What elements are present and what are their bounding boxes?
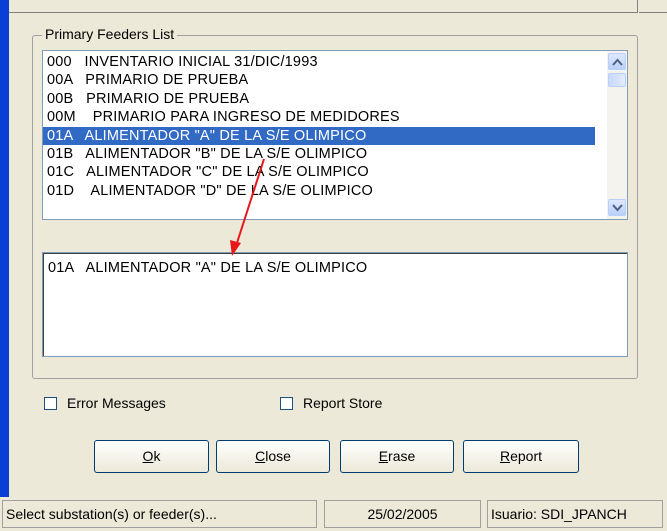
list-item[interactable]: 01D ALIMENTADOR "D" DE LA S/E OLIMPICO <box>43 182 595 200</box>
error-messages-checkbox-row[interactable]: Error Messages <box>44 394 166 412</box>
top-panel-edge <box>9 0 638 13</box>
list-item[interactable]: 01B ALIMENTADOR "B" DE LA S/E OLIMPICO <box>43 145 595 163</box>
feeder-name: ALIMENTADOR "B" DE LA S/E OLIMPICO <box>85 145 368 162</box>
report-store-label: Report Store <box>303 395 383 411</box>
status-user: Isuario: SDI_JPANCH <box>487 500 663 528</box>
feeder-code: 01D <box>47 182 75 199</box>
feeder-code: 000 <box>47 54 72 70</box>
feeder-code: 01C <box>47 164 75 181</box>
feeder-code: 00M <box>47 109 76 126</box>
report-accel: R <box>499 448 511 464</box>
status-date: 25/02/2005 <box>324 500 481 528</box>
close-button[interactable]: Close <box>216 440 330 473</box>
feeder-code: 01A <box>47 127 73 144</box>
list-item[interactable]: 00M PRIMARIO PARA INGRESO DE MEDIDORES <box>43 108 595 126</box>
erase-accel: E <box>378 448 389 464</box>
selected-feeder-text: 01A ALIMENTADOR "A" DE LA S/E OLIMPICO <box>48 260 368 276</box>
list-item[interactable]: 000 INVENTARIO INICIAL 31/DIC/1993 <box>43 53 595 71</box>
scroll-thumb[interactable] <box>608 73 626 87</box>
feeders-list-rows: 000 INVENTARIO INICIAL 31/DIC/1993 00A PR… <box>43 53 595 200</box>
chevron-up-icon <box>612 58 623 66</box>
feeders-listbox[interactable]: 000 INVENTARIO INICIAL 31/DIC/1993 00A PR… <box>42 50 628 220</box>
report-store-checkbox[interactable] <box>280 396 293 410</box>
feeder-name: PRIMARIO DE PRUEBA <box>85 72 249 89</box>
feeder-name: PRIMARIO PARA INGRESO DE MEDIDORES <box>88 109 400 126</box>
status-message: Select substation(s) or feeder(s)... <box>2 500 317 528</box>
ok-label-rest: k <box>153 448 161 464</box>
status-bar: Select substation(s) or feeder(s)... 25/… <box>0 497 667 531</box>
chevron-down-icon <box>612 204 623 212</box>
ok-accel: O <box>142 448 154 464</box>
feeder-code: 01B <box>47 145 74 162</box>
report-store-checkbox-row[interactable]: Report Store <box>280 394 382 412</box>
scroll-down-button[interactable] <box>608 199 626 216</box>
list-item[interactable]: 01A ALIMENTADOR "A" DE LA S/E OLIMPICO <box>43 126 595 145</box>
close-label-rest: lose <box>265 448 291 464</box>
error-messages-label: Error Messages <box>67 395 166 411</box>
window-left-border <box>0 0 9 531</box>
report-label-rest: eport <box>510 448 543 464</box>
close-accel: C <box>255 448 266 464</box>
feeder-name: ALIMENTADOR "D" DE LA S/E OLIMPICO <box>86 182 374 199</box>
report-button[interactable]: Report <box>463 440 579 473</box>
list-item[interactable]: 01C ALIMENTADOR "C" DE LA S/E OLIMPICO <box>43 163 595 181</box>
list-item[interactable]: 00A PRIMARIO DE PRUEBA <box>43 71 595 89</box>
ok-button[interactable]: Ok <box>94 440 209 473</box>
scroll-up-button[interactable] <box>608 53 626 70</box>
top-panel-edge-right <box>639 0 667 13</box>
feeder-name: ALIMENTADOR "C" DE LA S/E OLIMPICO <box>86 164 369 181</box>
selected-feeder-box[interactable]: 01A ALIMENTADOR "A" DE LA S/E OLIMPICO <box>42 252 628 357</box>
erase-button[interactable]: Erase <box>340 440 454 473</box>
feeder-code: 00B <box>47 90 74 107</box>
feeder-name: INVENTARIO INICIAL 31/DIC/1993 <box>84 54 318 70</box>
error-messages-checkbox[interactable] <box>44 396 57 410</box>
list-item[interactable]: 00B PRIMARIO DE PRUEBA <box>43 90 595 108</box>
group-title: Primary Feeders List <box>42 26 178 42</box>
feeder-code: 00A <box>47 72 73 89</box>
vertical-scrollbar[interactable] <box>607 51 627 219</box>
feeder-name: PRIMARIO DE PRUEBA <box>86 90 250 107</box>
erase-label-rest: rase <box>388 448 416 464</box>
feeder-name: ALIMENTADOR "A" DE LA S/E OLIMPICO <box>84 127 367 144</box>
